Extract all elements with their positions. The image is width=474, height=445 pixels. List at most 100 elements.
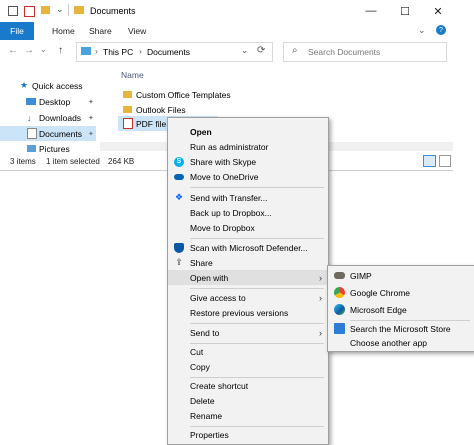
window-title: Documents — [90, 6, 136, 16]
address-row: ← → ⌄ ↑ › This PC › Documents ⌄ ⟳ ⌕ Sear… — [0, 40, 453, 62]
menu-item-open[interactable]: Open — [168, 124, 328, 139]
submenu-item-microsoft-edge[interactable]: Microsoft Edge — [328, 301, 474, 318]
pin-icon[interactable]: ✦ — [88, 98, 94, 106]
menu-label: Send with Transfer... — [190, 192, 268, 203]
menu-item-properties[interactable]: Properties — [168, 427, 328, 442]
nav-item-pictures[interactable]: Pictures — [0, 143, 96, 154]
maximize-button[interactable]: ☐ — [390, 0, 420, 22]
share-icon: ⇪ — [175, 257, 183, 267]
menu-label: Scan with Microsoft Defender... — [190, 242, 308, 253]
menu-label: Share — [190, 257, 213, 268]
minimize-button[interactable]: — — [356, 0, 386, 22]
forward-button[interactable]: → — [24, 45, 34, 56]
tab-view[interactable]: View — [128, 26, 146, 36]
desktop-icon — [26, 98, 36, 105]
menu-item-send-with-transfer[interactable]: ❖ Send with Transfer... — [168, 190, 328, 205]
close-button[interactable]: ✕ — [423, 0, 453, 22]
status-selected: 1 item selected — [46, 157, 100, 166]
dropbox-icon: ❖ — [174, 192, 184, 202]
nav-label: Documents — [39, 128, 82, 139]
menu-item-scan-with-defender[interactable]: Scan with Microsoft Defender... — [168, 240, 328, 255]
menu-label: Move to Dropbox — [190, 222, 255, 233]
recent-locations-icon[interactable]: ⌄ — [40, 45, 47, 54]
address-bar[interactable]: › This PC › Documents ⌄ ⟳ — [76, 42, 273, 62]
pin-icon[interactable]: ✦ — [88, 130, 94, 138]
nav-item-downloads[interactable]: ↓ Downloads ✦ — [0, 110, 96, 125]
divider — [68, 4, 69, 16]
menu-label: Open — [190, 126, 212, 137]
menu-item-move-to-dropbox[interactable]: Move to Dropbox — [168, 220, 328, 235]
column-header-name[interactable]: Name — [121, 70, 144, 80]
submenu-item-choose-another-app[interactable]: Choose another app — [328, 334, 474, 351]
menu-item-delete[interactable]: Delete — [168, 393, 328, 408]
search-icon: ⌕ — [292, 45, 298, 56]
menu-item-copy[interactable]: Copy — [168, 359, 328, 374]
properties-icon[interactable] — [8, 6, 18, 16]
menu-item-create-shortcut[interactable]: Create shortcut — [168, 378, 328, 393]
documents-folder-icon — [74, 6, 84, 14]
folder-icon[interactable] — [41, 6, 50, 14]
menu-item-send-to[interactable]: Send to › — [168, 325, 328, 340]
nav-item-documents[interactable]: Documents ✦ — [0, 126, 96, 141]
refresh-icon[interactable]: ⟳ — [257, 45, 265, 56]
navigation-pane: ★ Quick access Desktop ✦ ↓ Downloads ✦ D… — [0, 62, 100, 154]
help-icon[interactable]: ? — [436, 25, 446, 35]
menu-item-rename[interactable]: Rename — [168, 408, 328, 423]
breadcrumb-separator: › — [139, 46, 142, 56]
context-menu: Open Run as administrator S Share with S… — [167, 117, 329, 445]
edge-icon — [334, 304, 345, 315]
this-pc-icon — [81, 47, 91, 55]
quick-access-chevron-icon[interactable]: ⌄ — [56, 4, 64, 15]
menu-label: Send to — [190, 327, 220, 338]
onedrive-icon — [174, 173, 184, 180]
menu-separator — [190, 288, 324, 289]
menu-label: Run as administrator — [190, 141, 269, 152]
defender-icon — [174, 242, 184, 253]
menu-label: Give access to — [190, 292, 246, 303]
documents-icon — [27, 128, 37, 139]
menu-item-move-to-onedrive[interactable]: Move to OneDrive — [168, 169, 328, 184]
tab-file[interactable]: File — [0, 22, 34, 40]
submenu-item-google-chrome[interactable]: Google Chrome — [328, 284, 474, 301]
menu-label: Cut — [190, 346, 204, 357]
menu-item-run-as-administrator[interactable]: Run as administrator — [168, 139, 328, 154]
submenu-item-gimp[interactable]: GIMP — [328, 267, 474, 284]
ribbon-expand-icon[interactable]: ⌄ — [418, 25, 426, 36]
menu-label: Rename — [190, 410, 223, 421]
breadcrumb-documents[interactable]: Documents — [147, 47, 190, 57]
submenu-arrow-icon: › — [319, 272, 322, 283]
menu-label: Back up to Dropbox... — [190, 207, 272, 218]
search-input[interactable]: ⌕ Search Documents — [283, 42, 447, 62]
back-button[interactable]: ← — [8, 45, 18, 56]
breadcrumb-separator: › — [95, 46, 98, 56]
submenu-label: Choose another app — [350, 337, 428, 348]
gimp-icon — [334, 272, 345, 279]
large-icons-view-icon[interactable] — [439, 155, 451, 167]
status-size: 264 KB — [108, 157, 135, 166]
details-view-icon[interactable] — [423, 155, 436, 167]
skype-icon: S — [174, 156, 184, 167]
menu-item-restore-previous-versions[interactable]: Restore previous versions — [168, 305, 328, 320]
star-icon: ★ — [20, 80, 29, 90]
address-dropdown-icon[interactable]: ⌄ — [241, 45, 248, 56]
menu-item-cut[interactable]: Cut — [168, 344, 328, 359]
file-name: Custom Office Templates — [136, 89, 231, 100]
pin-icon[interactable]: ✦ — [88, 114, 94, 122]
file-name: Outlook Files — [136, 104, 186, 115]
menu-item-share-with-skype[interactable]: S Share with Skype — [168, 154, 328, 169]
menu-item-share[interactable]: ⇪ Share — [168, 255, 328, 270]
up-button[interactable]: ↑ — [58, 45, 63, 56]
nav-item-desktop[interactable]: Desktop ✦ — [0, 94, 96, 109]
menu-item-give-access-to[interactable]: Give access to › — [168, 290, 328, 305]
nav-item-quick-access[interactable]: ★ Quick access — [0, 78, 96, 93]
menu-item-open-with[interactable]: Open with › — [168, 270, 328, 285]
breadcrumb-this-pc[interactable]: This PC — [103, 47, 133, 57]
tab-home[interactable]: Home — [52, 26, 75, 36]
folder-icon — [123, 91, 132, 98]
tab-share[interactable]: Share — [89, 26, 112, 36]
nav-label: Quick access — [32, 80, 83, 91]
menu-label: Create shortcut — [190, 380, 249, 391]
store-icon — [334, 323, 345, 334]
checkbox-icon[interactable] — [24, 6, 35, 17]
menu-item-back-up-to-dropbox[interactable]: Back up to Dropbox... — [168, 205, 328, 220]
